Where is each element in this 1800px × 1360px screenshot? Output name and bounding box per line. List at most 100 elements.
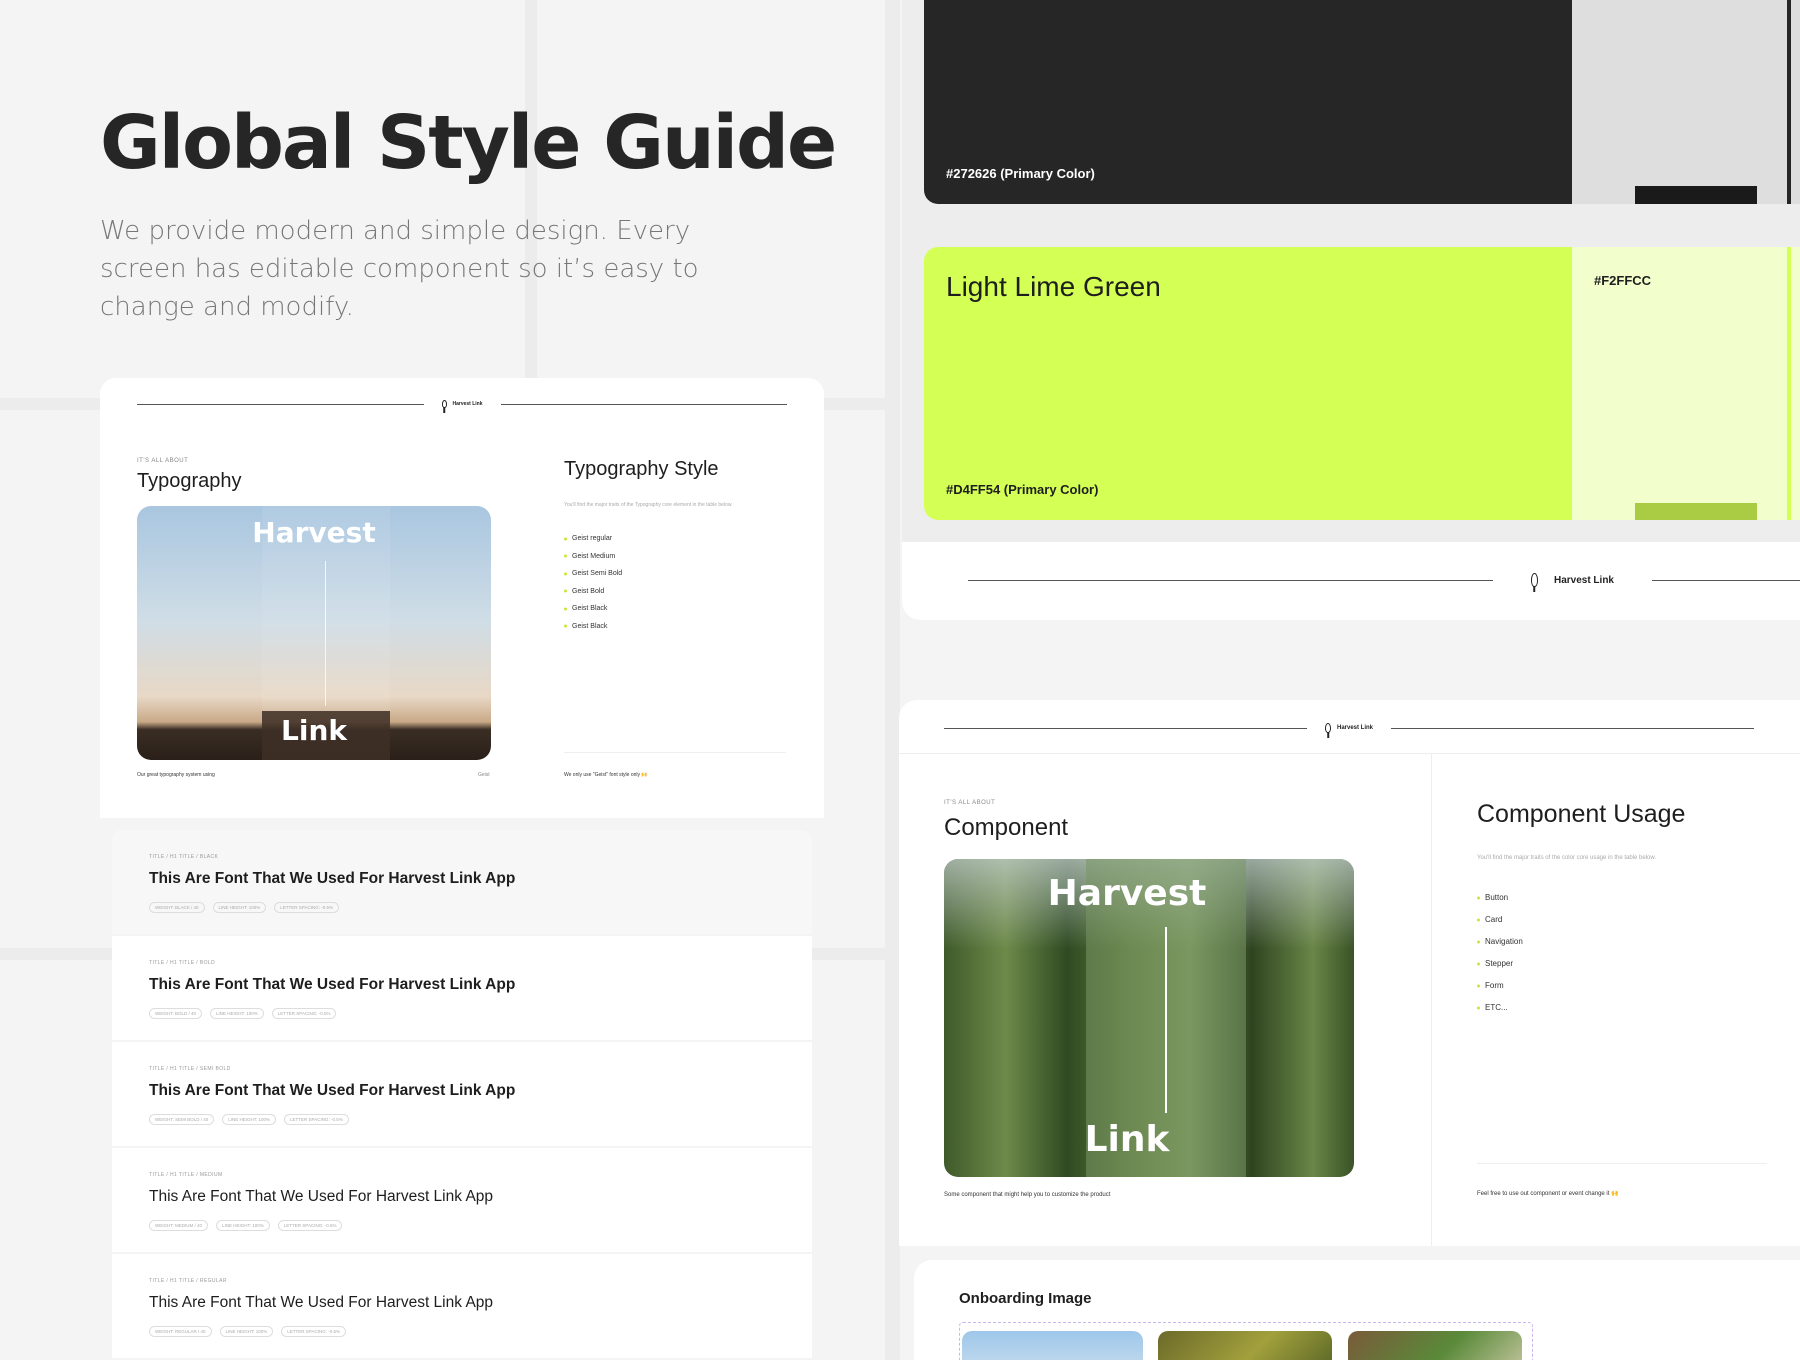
divider xyxy=(1391,727,1755,729)
photo-caption-left: Our great typography system using xyxy=(137,772,215,778)
row-caption: TITLE / H1 TITLE / SEMI BOLD xyxy=(149,1066,231,1072)
typography-card: Harvest Link IT'S ALL ABOUT Typography H… xyxy=(100,378,824,818)
brand-header: Harvest Link xyxy=(968,568,1800,592)
section-title: Component xyxy=(944,814,1069,841)
divider xyxy=(899,753,1800,754)
swatch-edge xyxy=(1787,247,1791,520)
list-item: ETC... xyxy=(1477,997,1523,1019)
photo-divider xyxy=(325,561,326,706)
tag: WEIGHT: BOLD / 40 xyxy=(149,1008,203,1019)
photo-divider xyxy=(1165,927,1167,1113)
page-title: Global Style Guide xyxy=(100,100,837,186)
font-list: Geist regular Geist Medium Geist Semi Bo… xyxy=(564,530,622,635)
tag: LETTER SPACING: -0.5% xyxy=(274,902,339,913)
eyebrow: IT'S ALL ABOUT xyxy=(137,458,189,464)
divider xyxy=(137,403,424,405)
tag: LINE HEIGHT: 100% xyxy=(222,1114,277,1125)
photo-word-top: Harvest xyxy=(252,516,376,549)
list-item: Card xyxy=(1477,909,1523,931)
tag: LETTER SPACING: -0.5% xyxy=(281,1326,346,1337)
section-title: Typography xyxy=(137,470,242,492)
swatch-name: Light Lime Green xyxy=(946,271,1161,302)
row-caption: TITLE / H1 TITLE / BLACK xyxy=(149,854,219,860)
onboarding-image xyxy=(1348,1331,1522,1360)
component-card: Harvest Link IT'S ALL ABOUT Component Ha… xyxy=(899,700,1800,1246)
harvest-photo: Harvest Link xyxy=(137,506,491,760)
brand-header: Harvest Link xyxy=(137,392,788,416)
colors-footer: Harvest Link xyxy=(902,542,1800,620)
swatch-accent xyxy=(1635,186,1757,204)
tag: LINE HEIGHT: 100% xyxy=(210,1008,264,1019)
list-item: Stepper xyxy=(1477,953,1523,975)
divider xyxy=(1477,1163,1767,1164)
photo-word-bottom: Link xyxy=(281,714,347,747)
row-sample: This Are Font That We Used For Harvest L… xyxy=(149,870,516,887)
divider xyxy=(500,403,788,405)
colors-card: #272626 (Primary Color) Light Lime Green… xyxy=(902,0,1800,620)
font-row-regular: TITLE / H1 TITLE / REGULAR This Are Font… xyxy=(112,1254,812,1358)
brand-name: Harvest Link xyxy=(1337,725,1374,731)
tag: LINE HEIGHT: 100% xyxy=(216,1220,270,1231)
row-caption: TITLE / H1 TITLE / MEDIUM xyxy=(149,1172,223,1178)
font-row-black: TITLE / H1 TITLE / BLACK This Are Font T… xyxy=(112,830,812,934)
row-caption: TITLE / H1 TITLE / REGULAR xyxy=(149,1278,227,1284)
swatch-accent xyxy=(1635,503,1757,520)
row-sample: This Are Font That We Used For Harvest L… xyxy=(149,1188,494,1205)
footer-note: We only use "Geist" font style only 🙌 xyxy=(564,772,648,778)
font-row-semibold: TITLE / H1 TITLE / SEMI BOLD This Are Fo… xyxy=(112,1042,812,1146)
wheat-logo-icon xyxy=(1530,573,1538,587)
list-item: Navigation xyxy=(1477,931,1523,953)
footer-note: Feel free to use out component or event … xyxy=(1477,1191,1619,1197)
onboarding-card: Onboarding Image xyxy=(914,1260,1800,1360)
list-item: Geist regular xyxy=(564,530,622,548)
tag: LETTER SPACING: -0.5% xyxy=(271,1008,337,1019)
photo-caption: Some component that might help you to cu… xyxy=(944,1192,1111,1198)
font-row-bold: TITLE / H1 TITLE / BOLD This Are Font Th… xyxy=(112,936,812,1040)
tag: WEIGHT: MEDIUM / 40 xyxy=(149,1220,209,1231)
page-subtitle: We provide modern and simple design. Eve… xyxy=(100,216,699,322)
photo-caption-right: Geist xyxy=(478,772,490,778)
bg-strip xyxy=(885,0,900,1360)
gray-swatch xyxy=(1572,0,1800,204)
divider xyxy=(968,579,1493,581)
component-list: Button Card Navigation Stepper Form ETC.… xyxy=(1477,887,1523,1019)
lime-light-swatch: #F2FFCC xyxy=(1572,247,1800,520)
tag: LINE HEIGHT: 100% xyxy=(212,902,267,913)
list-item: Geist Bold xyxy=(564,583,622,601)
swatch-edge xyxy=(1787,0,1791,204)
brand-header: Harvest Link xyxy=(944,716,1755,740)
list-item: Geist Black xyxy=(564,600,622,618)
onboarding-image xyxy=(962,1331,1143,1360)
section-title: Onboarding Image xyxy=(959,1290,1092,1307)
list-item: Button xyxy=(1477,887,1523,909)
tag: WEIGHT: BLACK / 40 xyxy=(149,902,205,913)
swatch-label: #F2FFCC xyxy=(1594,273,1652,288)
corn-photo: Harvest Link xyxy=(944,859,1354,1177)
tag: LETTER SPACING: -0.5% xyxy=(284,1114,349,1125)
swatch-label: #D4FF54 (Primary Color) xyxy=(946,482,1099,497)
style-description: You'll find the major traits of the Typo… xyxy=(564,502,733,508)
wheat-logo-icon xyxy=(1325,723,1331,733)
list-item: Form xyxy=(1477,975,1523,997)
photo-word-top: Harvest xyxy=(1047,873,1207,914)
row-sample: This Are Font That We Used For Harvest L… xyxy=(149,976,516,993)
row-sample: This Are Font That We Used For Harvest L… xyxy=(149,1082,516,1099)
list-item: Geist Semi Bold xyxy=(564,565,622,583)
list-item: Geist Medium xyxy=(564,548,622,566)
style-title: Typography Style xyxy=(564,458,719,480)
row-sample: This Are Font That We Used For Harvest L… xyxy=(149,1294,494,1311)
image-strip xyxy=(959,1322,1533,1360)
list-item: Geist Black xyxy=(564,618,622,636)
tag: LINE HEIGHT: 100% xyxy=(219,1326,274,1337)
divider xyxy=(944,727,1307,729)
tag: WEIGHT: SEMI BOLD / 40 xyxy=(149,1114,215,1125)
wheat-logo-icon xyxy=(441,400,447,408)
usage-title: Component Usage xyxy=(1477,800,1686,828)
swatch-label: #272626 (Primary Color) xyxy=(946,166,1095,181)
font-row-medium: TITLE / H1 TITLE / MEDIUM This Are Font … xyxy=(112,1148,812,1252)
brand-name: Harvest Link xyxy=(452,401,483,407)
photo-word-bottom: Link xyxy=(1084,1119,1170,1160)
row-caption: TITLE / H1 TITLE / BOLD xyxy=(149,960,216,966)
tag: LETTER SPACING: -0.5% xyxy=(277,1220,343,1231)
lime-swatch: Light Lime Green #D4FF54 (Primary Color) xyxy=(924,247,1572,520)
